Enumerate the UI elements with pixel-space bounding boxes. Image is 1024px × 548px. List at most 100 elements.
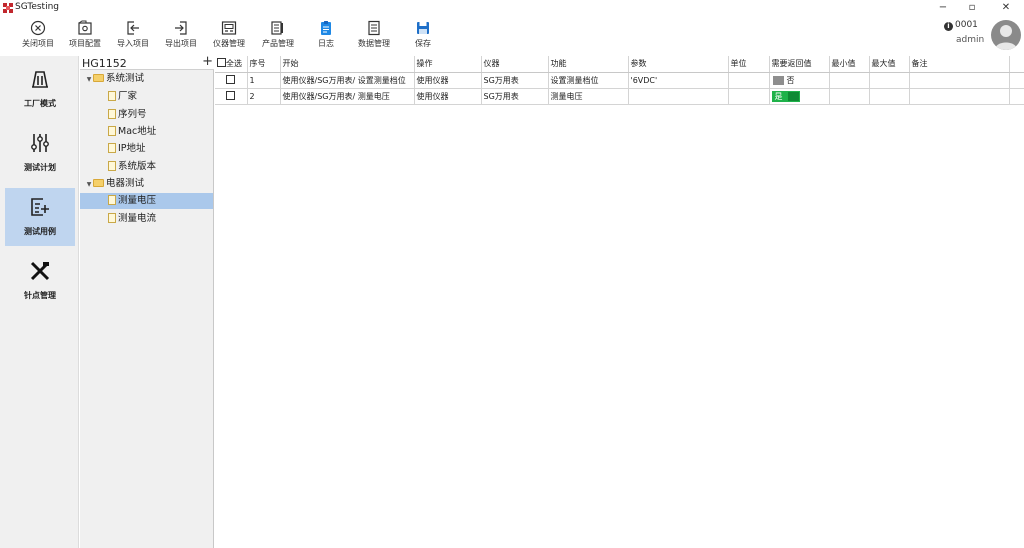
document-icon — [108, 109, 116, 119]
add-node-button[interactable]: + — [202, 54, 213, 70]
export-project-label: 导出项目 — [165, 39, 197, 48]
minimize-button[interactable]: − — [933, 2, 953, 14]
nav-factory-mode-label: 工厂模式 — [24, 99, 56, 108]
column-header[interactable]: 最小值 — [829, 56, 870, 73]
data-manage-label: 数据管理 — [358, 39, 390, 48]
nav-pin-manage-label: 针点管理 — [24, 291, 56, 300]
export-icon — [175, 21, 187, 35]
instrument-icon — [221, 21, 237, 35]
export-project-button[interactable]: 导出项目 — [157, 18, 205, 54]
tree-item-selected[interactable]: 测量电压 — [80, 193, 213, 209]
test-tree: HG1152 + ▼ 系统测试 厂家 序列号 Mac地址 IP地址 系统版本 ▼ 电… — [80, 54, 214, 548]
toggle-text: 是 — [774, 91, 783, 101]
test-case-icon — [31, 198, 49, 216]
select-all-checkbox[interactable] — [217, 58, 226, 68]
need-return-toggle-off[interactable]: 否 — [772, 75, 800, 86]
column-header[interactable]: 开始 — [280, 56, 415, 73]
cell-min[interactable] — [829, 88, 870, 105]
table-row[interactable]: 2 使用仪器/SG万用表/ 测量电压 使用仪器 SG万用表 测量电压 是 — [215, 88, 1024, 105]
cell-seq[interactable]: 1 — [247, 72, 281, 89]
close-project-button[interactable]: 关闭项目 — [14, 18, 62, 54]
user-id-text: 0001 — [955, 20, 978, 30]
select-all-header[interactable]: 全选 — [215, 56, 248, 73]
column-header[interactable]: 需要返回值 — [769, 56, 830, 73]
tree-item-label: 厂家 — [118, 91, 138, 102]
tree-item[interactable]: IP地址 — [108, 141, 213, 157]
expand-caret-icon[interactable]: ▼ — [85, 72, 93, 88]
restore-button[interactable]: ▫ — [962, 2, 982, 14]
cell-instrument[interactable]: SG万用表 — [481, 72, 549, 89]
cell-unit[interactable] — [728, 88, 770, 105]
column-header[interactable]: 备注 — [909, 56, 1010, 73]
project-config-label: 项目配置 — [69, 39, 101, 48]
expand-caret-icon[interactable]: ▼ — [85, 177, 93, 193]
nav-test-case[interactable]: 测试用例 — [5, 188, 75, 246]
cell-need-return[interactable]: 是 — [769, 88, 830, 105]
row-checkbox[interactable] — [226, 75, 236, 84]
tree-item[interactable]: Mac地址 — [108, 124, 213, 140]
cell-note[interactable] — [909, 72, 1010, 89]
nav-factory-mode[interactable]: 工厂模式 — [5, 60, 75, 118]
tree-group-label: 系统测试 — [106, 73, 145, 84]
tree-group-electrical[interactable]: ▼ 电器测试 — [85, 176, 213, 192]
column-header[interactable]: 单位 — [728, 56, 770, 73]
column-header-filler — [1009, 56, 1024, 73]
instrument-manage-button[interactable]: 仪器管理 — [205, 18, 253, 54]
cell-unit[interactable] — [728, 72, 770, 89]
import-icon — [127, 21, 139, 35]
cell-operation[interactable]: 使用仪器 — [414, 72, 482, 89]
column-header[interactable]: 参数 — [628, 56, 729, 73]
select-all-label: 全选 — [226, 59, 242, 69]
log-button[interactable]: 日志 — [302, 18, 350, 54]
close-window-button[interactable]: ✕ — [996, 2, 1016, 14]
project-config-button[interactable]: 项目配置 — [61, 18, 109, 54]
column-header[interactable]: 仪器 — [481, 56, 549, 73]
data-icon — [368, 20, 380, 36]
need-return-toggle-on[interactable]: 是 — [771, 90, 800, 102]
cell-operation[interactable]: 使用仪器 — [414, 88, 482, 105]
import-project-button[interactable]: 导入项目 — [109, 18, 157, 54]
toggle-knob — [787, 91, 799, 101]
cell-min[interactable] — [829, 72, 870, 89]
cell-max[interactable] — [869, 72, 910, 89]
save-label: 保存 — [415, 39, 431, 48]
tree-item-label: 系统版本 — [118, 161, 157, 172]
data-manage-button[interactable]: 数据管理 — [350, 18, 398, 54]
avatar[interactable] — [991, 20, 1021, 50]
document-icon — [108, 126, 116, 136]
cell-need-return[interactable]: 否 — [769, 72, 830, 89]
row-checkbox[interactable] — [226, 91, 236, 100]
nav-test-plan[interactable]: 测试计划 — [5, 124, 75, 182]
user-block[interactable]: i 0001 admin — [924, 16, 1024, 56]
cell-start[interactable]: 使用仪器/SG万用表/ 测量电压 — [280, 88, 415, 105]
column-header[interactable]: 序号 — [247, 56, 281, 73]
column-header[interactable]: 最大值 — [869, 56, 910, 73]
tree-item[interactable]: 厂家 — [108, 89, 213, 105]
cell-instrument[interactable]: SG万用表 — [481, 88, 549, 105]
cell-param[interactable]: '6VDC' — [628, 72, 729, 89]
save-button[interactable]: 保存 — [399, 18, 447, 54]
cell-filler — [1009, 72, 1024, 89]
tree-item[interactable]: 系统版本 — [108, 159, 213, 175]
row-select-cell[interactable] — [215, 88, 248, 105]
tree-item[interactable]: 序列号 — [108, 107, 213, 123]
close-circle-icon — [30, 20, 46, 36]
product-manage-button[interactable]: 产品管理 — [254, 18, 302, 54]
row-select-cell[interactable] — [215, 72, 248, 89]
cell-filler — [1009, 88, 1024, 105]
column-header[interactable]: 功能 — [548, 56, 629, 73]
nav-pin-manage[interactable]: 针点管理 — [5, 252, 75, 310]
cell-seq[interactable]: 2 — [247, 88, 281, 105]
cell-function[interactable]: 测量电压 — [548, 88, 629, 105]
cell-param[interactable] — [628, 88, 729, 105]
cell-start[interactable]: 使用仪器/SG万用表/ 设置测量档位 — [280, 72, 415, 89]
cell-function[interactable]: 设置测量档位 — [548, 72, 629, 89]
left-nav: 工厂模式 测试计划 测试用例 针点管理 — [0, 56, 79, 548]
table-row[interactable]: 1 使用仪器/SG万用表/ 设置测量档位 使用仪器 SG万用表 设置测量档位 '… — [215, 72, 1024, 89]
cell-note[interactable] — [909, 88, 1010, 105]
column-header[interactable]: 操作 — [414, 56, 482, 73]
tree-group-system[interactable]: ▼ 系统测试 — [85, 71, 213, 87]
tree-item[interactable]: 测量电流 — [108, 211, 213, 227]
log-icon — [321, 21, 331, 35]
cell-max[interactable] — [869, 88, 910, 105]
